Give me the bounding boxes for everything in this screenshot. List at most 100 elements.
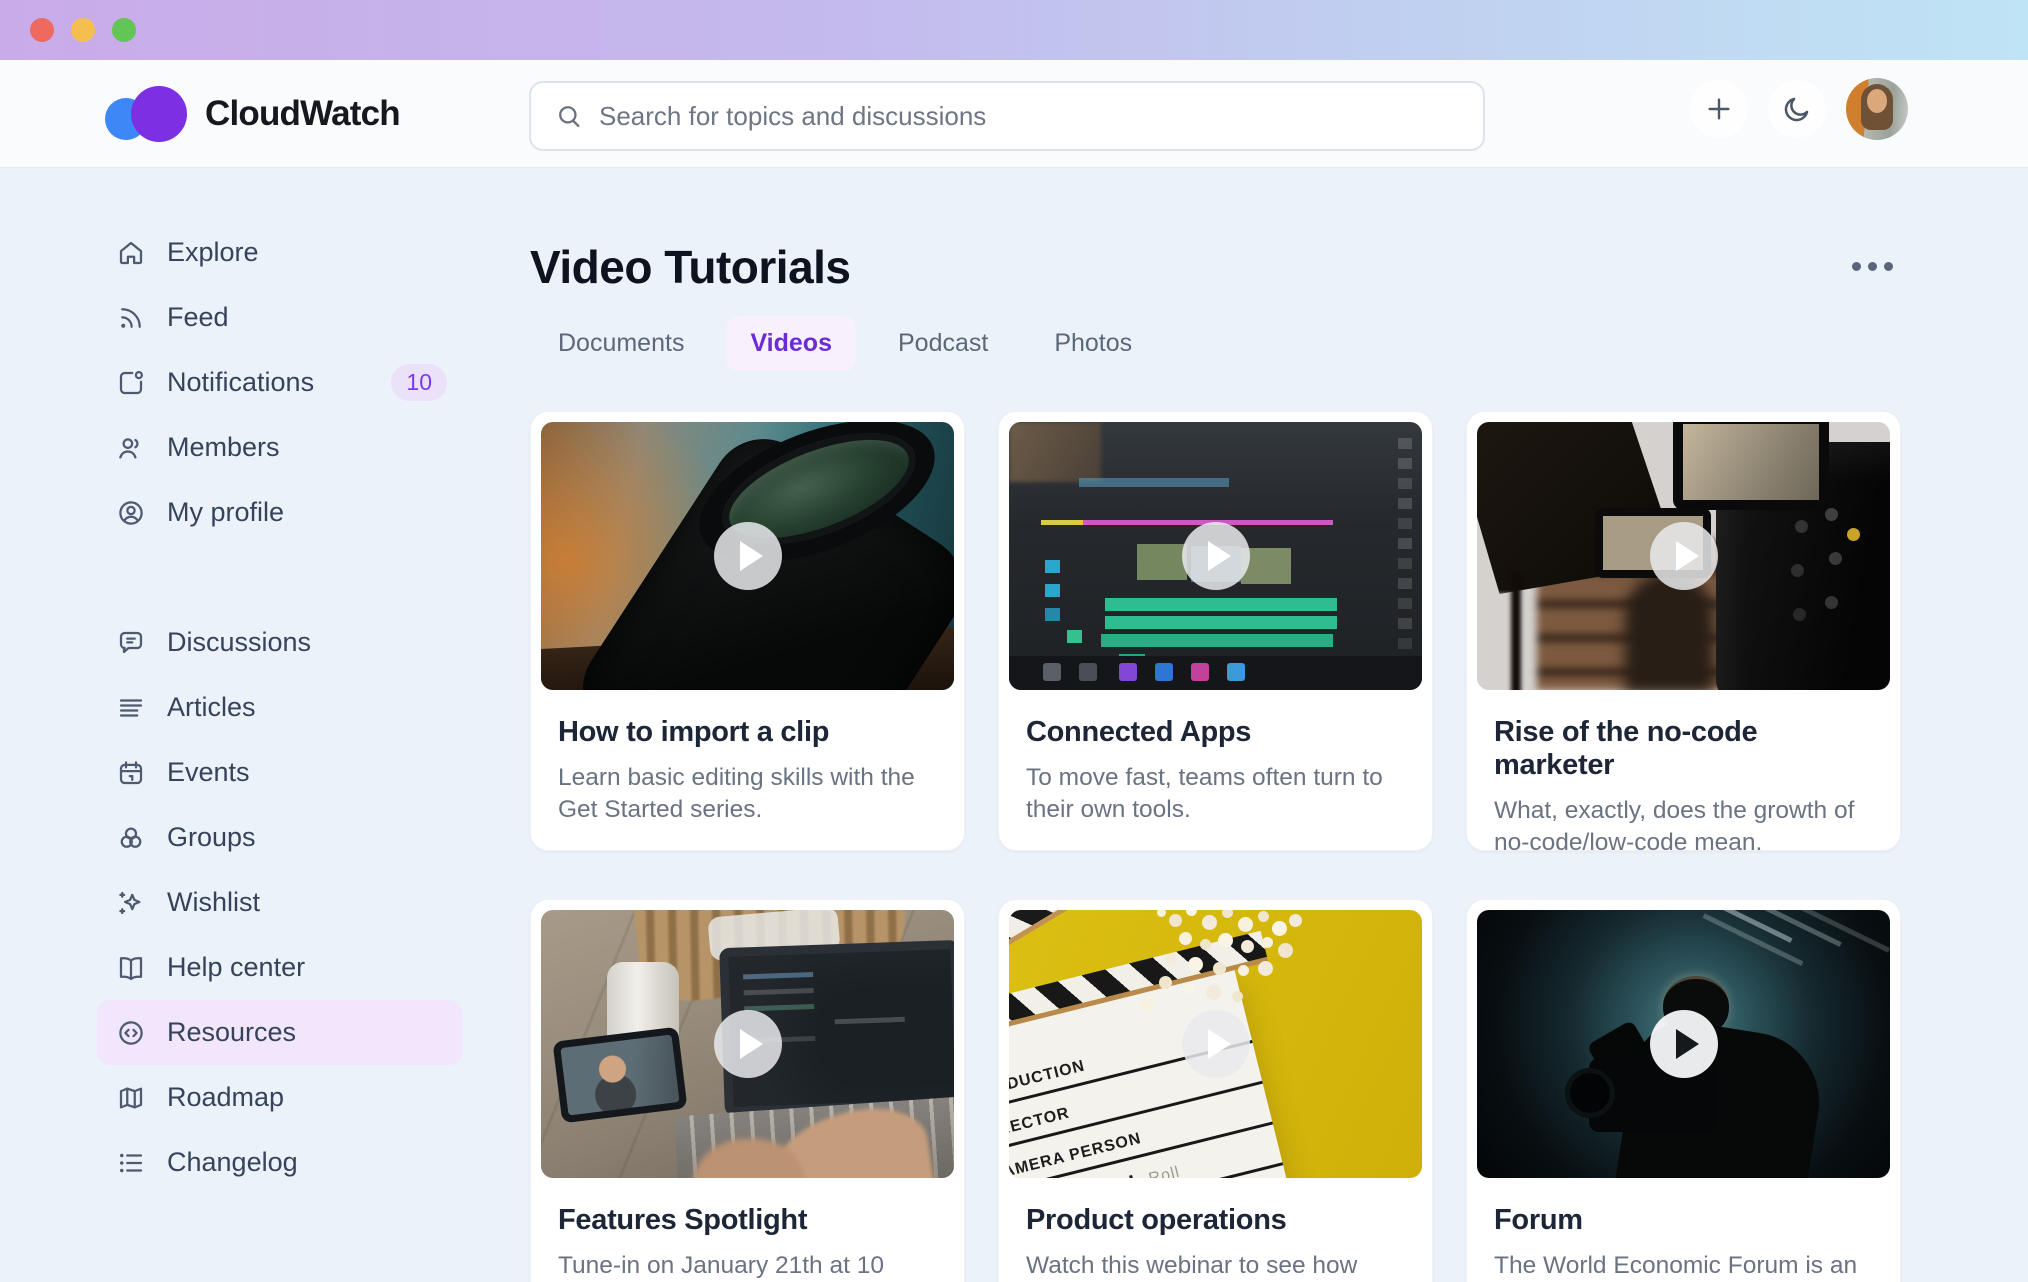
video-thumbnail-camera-lens[interactable] bbox=[541, 422, 954, 690]
video-card[interactable]: Connected Apps To move fast, teams often… bbox=[998, 411, 1433, 851]
map-icon bbox=[116, 1083, 146, 1113]
play-icon bbox=[1676, 1029, 1699, 1059]
dark-mode-button[interactable] bbox=[1768, 80, 1826, 138]
play-button[interactable] bbox=[1182, 1010, 1250, 1078]
sidebar-item-label: Help center bbox=[167, 952, 305, 983]
video-card-title: Rise of the no-code marketer bbox=[1494, 716, 1876, 782]
sidebar-item-notifications[interactable]: Notifications 10 bbox=[97, 350, 462, 415]
play-icon bbox=[1208, 1029, 1231, 1059]
tab-documents[interactable]: Documents bbox=[534, 316, 708, 371]
list-icon bbox=[116, 1148, 146, 1178]
video-card-description: To move fast, teams often turn to their … bbox=[1026, 762, 1392, 826]
sidebar-item-explore[interactable]: Explore bbox=[97, 220, 462, 285]
sidebar-item-label: Feed bbox=[167, 302, 229, 333]
calendar-icon bbox=[116, 758, 146, 788]
play-icon bbox=[1208, 541, 1231, 571]
sidebar-item-label: Roadmap bbox=[167, 1082, 284, 1113]
sidebar-item-label: Members bbox=[167, 432, 280, 463]
play-icon bbox=[740, 541, 763, 571]
search-input[interactable] bbox=[599, 101, 1459, 132]
video-thumbnail-camera-operator[interactable] bbox=[1477, 910, 1890, 1178]
close-window-button[interactable] bbox=[30, 18, 54, 42]
circles-icon bbox=[116, 823, 146, 853]
video-thumbnail-clapperboard[interactable]: PRODUCTION DIRECTOR CAMERA PERSON SCENE … bbox=[1009, 910, 1422, 1178]
play-button[interactable] bbox=[714, 522, 782, 590]
tab-videos[interactable]: Videos bbox=[726, 316, 856, 371]
notification-icon bbox=[116, 368, 146, 398]
sidebar-item-roadmap[interactable]: Roadmap bbox=[97, 1065, 462, 1130]
video-card-description: The World Economic Forum is an bbox=[1494, 1250, 1860, 1282]
brand-name: CloudWatch bbox=[205, 94, 400, 134]
video-card[interactable]: How to import a clip Learn basic editing… bbox=[530, 411, 965, 851]
video-card-description: Learn basic editing skills with the Get … bbox=[558, 762, 924, 826]
video-card-title: Forum bbox=[1494, 1204, 1876, 1237]
sidebar-item-articles[interactable]: Articles bbox=[97, 675, 462, 740]
video-thumbnail-editor-timeline[interactable] bbox=[1009, 422, 1422, 690]
lines-icon bbox=[116, 693, 146, 723]
notifications-count-badge: 10 bbox=[391, 364, 447, 401]
sidebar-item-changelog[interactable]: Changelog bbox=[97, 1130, 462, 1195]
video-card-grid: How to import a clip Learn basic editing… bbox=[530, 411, 1901, 1282]
play-button[interactable] bbox=[1650, 1010, 1718, 1078]
minimize-window-button[interactable] bbox=[71, 18, 95, 42]
code-circle-icon bbox=[116, 1018, 146, 1048]
users-icon bbox=[116, 433, 146, 463]
sparkle-icon bbox=[116, 888, 146, 918]
create-button[interactable] bbox=[1690, 80, 1748, 138]
video-card[interactable]: PRODUCTION DIRECTOR CAMERA PERSON SCENE … bbox=[998, 899, 1433, 1282]
video-card-title: How to import a clip bbox=[558, 716, 940, 749]
sidebar-item-label: Groups bbox=[167, 822, 256, 853]
home-icon bbox=[116, 238, 146, 268]
search-icon bbox=[555, 102, 583, 130]
sidebar-item-groups[interactable]: Groups bbox=[97, 805, 462, 870]
book-open-icon bbox=[116, 953, 146, 983]
video-card-title: Connected Apps bbox=[1026, 716, 1408, 749]
sidebar-item-members[interactable]: Members bbox=[97, 415, 462, 480]
window-controls bbox=[30, 18, 136, 42]
user-circle-icon bbox=[116, 498, 146, 528]
content-tabs: Documents Videos Podcast Photos bbox=[534, 316, 1156, 371]
ellipsis-icon bbox=[1852, 262, 1861, 271]
page-title: Video Tutorials bbox=[530, 240, 851, 294]
video-card[interactable]: Forum The World Economic Forum is an bbox=[1466, 899, 1901, 1282]
video-card-title: Product operations bbox=[1026, 1204, 1408, 1237]
sidebar-item-label: Discussions bbox=[167, 627, 311, 658]
tab-podcast[interactable]: Podcast bbox=[874, 316, 1012, 371]
sidebar-nav: Explore Feed Notifications 10 Members My… bbox=[97, 220, 462, 1195]
sidebar-item-resources[interactable]: Resources bbox=[97, 1000, 462, 1065]
video-card-description: What, exactly, does the growth of no-cod… bbox=[1494, 795, 1860, 859]
video-thumbnail-film-studio[interactable] bbox=[1477, 422, 1890, 690]
play-button[interactable] bbox=[714, 1010, 782, 1078]
sidebar-item-help-center[interactable]: Help center bbox=[97, 935, 462, 1000]
play-icon bbox=[740, 1029, 763, 1059]
window-titlebar bbox=[0, 0, 2028, 60]
sidebar-item-events[interactable]: Events bbox=[97, 740, 462, 805]
app-header: CloudWatch bbox=[0, 60, 2028, 168]
sidebar-item-wishlist[interactable]: Wishlist bbox=[97, 870, 462, 935]
rss-icon bbox=[116, 303, 146, 333]
video-thumbnail-desk-video-call[interactable] bbox=[541, 910, 954, 1178]
play-button[interactable] bbox=[1650, 522, 1718, 590]
sidebar-item-discussions[interactable]: Discussions bbox=[97, 610, 462, 675]
tab-photos[interactable]: Photos bbox=[1030, 316, 1156, 371]
video-card[interactable]: Features Spotlight Tune-in on January 21… bbox=[530, 899, 965, 1282]
sidebar-item-feed[interactable]: Feed bbox=[97, 285, 462, 350]
sidebar-item-my-profile[interactable]: My profile bbox=[97, 480, 462, 545]
play-icon bbox=[1676, 541, 1699, 571]
video-card-description: Watch this webinar to see how you can bbox=[1026, 1250, 1392, 1282]
plus-icon bbox=[1703, 93, 1735, 125]
sidebar-item-label: Changelog bbox=[167, 1147, 298, 1178]
sidebar-item-label: Wishlist bbox=[167, 887, 260, 918]
sidebar-item-label: Notifications bbox=[167, 367, 314, 398]
user-avatar[interactable] bbox=[1846, 78, 1908, 140]
moon-icon bbox=[1781, 93, 1813, 125]
sidebar-item-label: Explore bbox=[167, 237, 259, 268]
more-options-button[interactable] bbox=[1852, 262, 1893, 271]
video-card[interactable]: Rise of the no-code marketer What, exact… bbox=[1466, 411, 1901, 851]
maximize-window-button[interactable] bbox=[112, 18, 136, 42]
cloudwatch-logo-icon bbox=[105, 82, 175, 146]
play-button[interactable] bbox=[1182, 522, 1250, 590]
sidebar-item-label: Articles bbox=[167, 692, 256, 723]
brand[interactable]: CloudWatch bbox=[105, 82, 400, 146]
search-bar[interactable] bbox=[529, 81, 1485, 151]
